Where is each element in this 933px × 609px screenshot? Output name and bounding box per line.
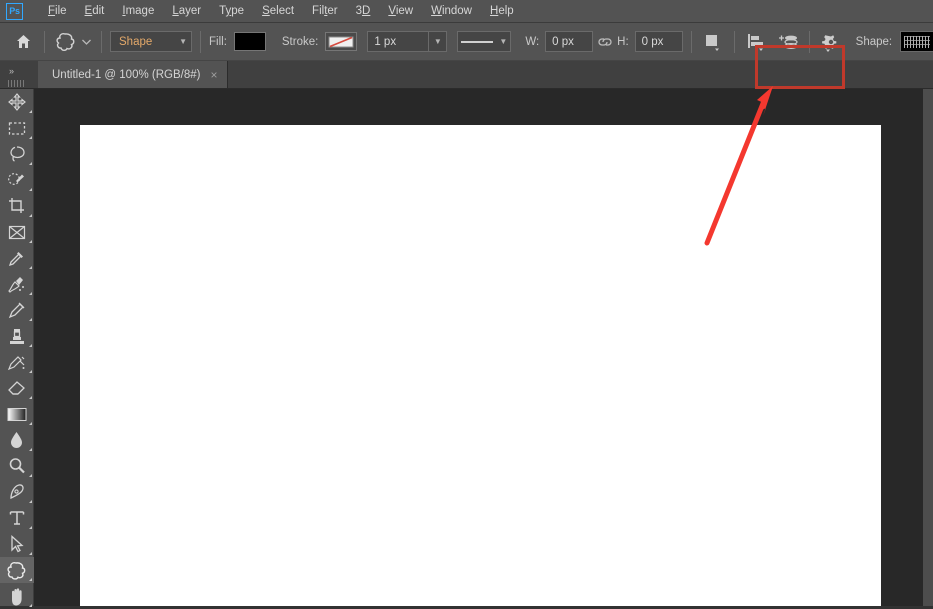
menu-item-window[interactable]: Window xyxy=(422,2,481,20)
options-bar: Shape ▼ Fill: Stroke: 1 px ▼ ▼ W: 0 px H… xyxy=(0,23,933,89)
move-tool[interactable] xyxy=(0,89,34,115)
shape-picker-label: Shape: xyxy=(855,35,893,48)
menu-item-file[interactable]: File xyxy=(39,2,76,20)
tool-flyout-indicator xyxy=(28,318,32,321)
tool-flyout-indicator xyxy=(28,136,32,139)
custom-shape-icon[interactable] xyxy=(53,29,79,55)
stroke-swatch[interactable] xyxy=(325,32,358,51)
eraser-tool[interactable] xyxy=(0,375,34,401)
stroke-width-value: 1 px xyxy=(374,35,397,48)
path-arrangement-icon[interactable] xyxy=(775,29,801,55)
document-tab-bar: Untitled-1 @ 100% (RGB/8#) × xyxy=(0,61,933,89)
healing-brush-tool[interactable] xyxy=(0,271,34,297)
menu-item-edit[interactable]: Edit xyxy=(76,2,114,20)
tool-flyout-indicator xyxy=(28,110,32,113)
photoshop-logo: Ps xyxy=(6,2,23,20)
tool-flyout-indicator xyxy=(28,214,32,217)
tool-flyout-indicator xyxy=(28,162,32,165)
tool-flyout-indicator xyxy=(28,292,32,295)
menu-item-image[interactable]: Image xyxy=(113,2,163,20)
dodge-tool[interactable] xyxy=(0,453,34,479)
fill-swatch[interactable] xyxy=(233,32,266,51)
home-icon[interactable] xyxy=(10,29,36,55)
workspace xyxy=(0,89,933,609)
tool-flyout-indicator xyxy=(28,578,32,581)
tool-flyout-indicator xyxy=(28,500,32,503)
stroke-style-select[interactable]: ▼ xyxy=(457,31,512,52)
menu-item-help[interactable]: Help xyxy=(481,2,523,20)
stroke-width-chevron-down-icon[interactable]: ▼ xyxy=(429,31,448,52)
menu-item-3d[interactable]: 3D xyxy=(347,2,380,20)
path-operations-icon[interactable] xyxy=(700,29,726,55)
collapse-panel-chevron-icon[interactable]: » xyxy=(2,64,20,78)
tool-flyout-indicator xyxy=(28,526,32,529)
height-value: 0 px xyxy=(641,35,664,48)
canvas-area[interactable] xyxy=(34,89,923,606)
fill-label: Fill: xyxy=(209,35,227,48)
width-label: W: xyxy=(525,35,540,48)
tool-flyout-indicator xyxy=(28,474,32,477)
lasso-tool[interactable] xyxy=(0,141,34,167)
shape-mode-value: Shape xyxy=(119,35,153,48)
eyedropper-tool[interactable] xyxy=(0,245,34,271)
right-panel-rail[interactable] xyxy=(923,89,933,606)
width-input[interactable]: 0 px xyxy=(545,31,594,52)
hand-tool[interactable] xyxy=(0,583,34,609)
history-brush-tool[interactable] xyxy=(0,349,34,375)
document-tab-untitled-1[interactable]: Untitled-1 @ 100% (RGB/8#) × xyxy=(38,61,229,88)
stroke-label: Stroke: xyxy=(281,35,319,48)
height-input[interactable]: 0 px xyxy=(634,31,683,52)
custom-shape-tool[interactable] xyxy=(0,557,34,583)
tools-panel xyxy=(0,89,34,609)
gradient-tool[interactable] xyxy=(0,401,34,427)
path-selection-tool[interactable] xyxy=(0,531,34,557)
tool-flyout-indicator xyxy=(28,344,32,347)
document-canvas[interactable] xyxy=(80,125,881,606)
height-label: H: xyxy=(617,35,629,48)
chevron-down-icon: ▼ xyxy=(499,37,508,46)
tools-panel-grip[interactable] xyxy=(8,80,26,87)
tool-flyout-indicator xyxy=(28,422,32,425)
shape-preview-swatch[interactable] xyxy=(900,31,933,52)
solid-line-icon xyxy=(461,40,494,43)
shape-mode-select[interactable]: Shape ▼ xyxy=(110,31,192,52)
quick-selection-tool[interactable] xyxy=(0,167,34,193)
separator xyxy=(733,30,735,53)
tool-flyout-indicator xyxy=(28,370,32,373)
width-value: 0 px xyxy=(552,35,574,48)
tool-flyout-indicator xyxy=(28,188,32,191)
menu-item-select[interactable]: Select xyxy=(253,2,303,20)
separator xyxy=(200,30,201,53)
path-alignment-icon[interactable] xyxy=(743,29,769,55)
tool-flyout-indicator xyxy=(28,240,32,243)
tool-flyout-indicator xyxy=(28,552,32,555)
blur-tool[interactable] xyxy=(0,427,34,453)
chevron-down-icon: ▼ xyxy=(179,37,187,46)
tool-preset-chevron-down-icon[interactable] xyxy=(79,29,93,55)
rectangular-marquee-tool[interactable] xyxy=(0,115,34,141)
clone-stamp-tool[interactable] xyxy=(0,323,34,349)
separator xyxy=(808,30,810,53)
gear-settings-icon[interactable] xyxy=(818,29,844,55)
document-tab-title: Untitled-1 @ 100% (RGB/8#) xyxy=(52,68,201,81)
tool-flyout-indicator xyxy=(28,448,32,451)
frame-tool[interactable] xyxy=(0,219,34,245)
brush-tool[interactable] xyxy=(0,297,34,323)
menu-item-view[interactable]: View xyxy=(379,2,422,20)
type-tool[interactable] xyxy=(0,505,34,531)
tool-flyout-indicator xyxy=(28,266,32,269)
crop-tool[interactable] xyxy=(0,193,34,219)
link-chain-icon[interactable] xyxy=(593,29,617,55)
menu-bar: Ps File Edit Image Layer Type Select Fil… xyxy=(0,0,933,23)
separator xyxy=(44,30,45,53)
pen-tool[interactable] xyxy=(0,479,34,505)
separator xyxy=(101,30,102,53)
menu-item-layer[interactable]: Layer xyxy=(163,2,210,20)
separator xyxy=(690,30,692,53)
stroke-width-input[interactable]: 1 px xyxy=(367,31,430,52)
menu-item-filter[interactable]: Filter xyxy=(303,2,347,20)
close-icon[interactable]: × xyxy=(210,69,217,81)
tool-flyout-indicator xyxy=(28,396,32,399)
menu-item-type[interactable]: Type xyxy=(210,2,253,20)
